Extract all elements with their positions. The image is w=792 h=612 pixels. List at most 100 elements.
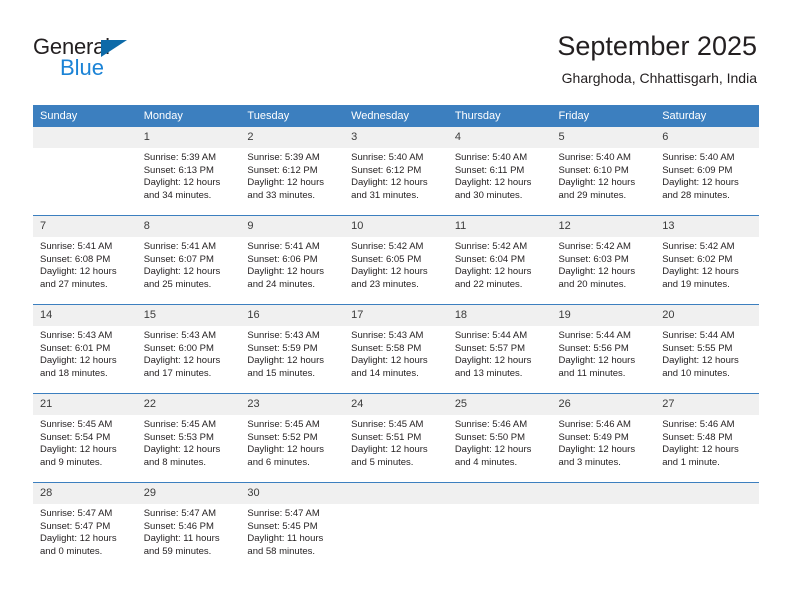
calendar-day-cell[interactable]: 3 Sunrise: 5:40 AM Sunset: 6:12 PM Daylight… — [344, 127, 448, 216]
day-number: 2 — [240, 127, 345, 148]
day-number: 9 — [240, 216, 345, 237]
day-sunset-line: Sunset: 6:00 PM — [143, 342, 214, 354]
day-daylight-line: Daylight: 12 hours — [247, 444, 324, 456]
calendar-day-cell[interactable]: 22 Sunrise: 5:45 AM Sunset: 5:53 PM Dayligh… — [136, 393, 241, 483]
calendar-day-cell[interactable]: 5 Sunrise: 5:40 AM Sunset: 6:10 PM Daylight… — [551, 127, 656, 216]
calendar-day-cell[interactable]: 27 Sunrise: 5:46 AM Sunset: 5:48 PM Dayligh… — [655, 393, 759, 483]
calendar-day-cell[interactable]: 26 Sunrise: 5:46 AM Sunset: 5:49 PM Dayligh… — [551, 393, 656, 483]
day-sunrise-line: Sunrise: 5:40 AM — [662, 152, 735, 163]
day-sunset-line: Sunset: 5:51 PM — [351, 431, 422, 443]
day-details: Sunrise: 5:45 AM Sunset: 5:51 PM Daylight:… — [344, 415, 448, 469]
day-number: 28 — [33, 483, 137, 504]
day-daylight-line: Daylight: 12 hours — [454, 355, 532, 367]
day-daylight-line: and 30 minutes. — [454, 189, 523, 201]
calendar-day-cell[interactable]: 2 Sunrise: 5:39 AM Sunset: 6:12 PM Daylight… — [240, 127, 345, 216]
calendar-day-cell[interactable]: 20 Sunrise: 5:44 AM Sunset: 5:55 PM Dayligh… — [655, 304, 759, 394]
calendar-day-cell[interactable]: 15 Sunrise: 5:43 AM Sunset: 6:00 PM Dayligh… — [136, 304, 241, 394]
day-sunrise-line: Sunrise: 5:42 AM — [351, 241, 424, 252]
day-sunrise-line: Sunrise: 5:47 AM — [247, 508, 320, 519]
calendar-day-cell[interactable]: 24 Sunrise: 5:45 AM Sunset: 5:51 PM Dayligh… — [344, 393, 448, 483]
day-number: 29 — [136, 483, 241, 504]
general-blue-logo[interactable]: General Blue — [33, 36, 213, 88]
day-number: 19 — [551, 305, 656, 326]
day-number — [344, 483, 448, 504]
calendar-day-cell[interactable]: 11 Sunrise: 5:42 AM Sunset: 6:04 PM Dayligh… — [447, 215, 552, 305]
calendar-day-cell[interactable]: 6 Sunrise: 5:40 AM Sunset: 6:09 PM Daylight… — [655, 127, 759, 216]
day-details: Sunrise: 5:40 AM Sunset: 6:11 PM Daylight:… — [448, 148, 552, 202]
calendar-empty-cell — [655, 482, 759, 571]
calendar-day-cell[interactable]: 10 Sunrise: 5:42 AM Sunset: 6:05 PM Dayligh… — [344, 215, 448, 305]
calendar-day-cell[interactable]: 23 Sunrise: 5:45 AM Sunset: 5:52 PM Dayligh… — [240, 393, 345, 483]
day-daylight-line: Daylight: 12 hours — [247, 177, 324, 189]
calendar-day-cell[interactable]: 4 Sunrise: 5:40 AM Sunset: 6:11 PM Daylight… — [447, 127, 552, 216]
calendar-day-cell[interactable]: 12 Sunrise: 5:42 AM Sunset: 6:03 PM Dayligh… — [551, 215, 656, 305]
day-sunset-line: Sunset: 6:07 PM — [143, 253, 214, 265]
day-daylight-line: and 13 minutes. — [454, 367, 523, 379]
day-sunset-line: Sunset: 5:53 PM — [143, 431, 214, 443]
calendar-day-cell[interactable]: 7 Sunrise: 5:41 AM Sunset: 6:08 PM Daylight… — [33, 215, 137, 305]
day-details: Sunrise: 5:44 AM Sunset: 5:56 PM Daylight:… — [552, 326, 656, 380]
day-daylight-line: and 15 minutes. — [247, 367, 316, 379]
day-daylight-line: Daylight: 12 hours — [662, 177, 739, 189]
calendar-day-cell[interactable]: 29 Sunrise: 5:47 AM Sunset: 5:46 PM Dayligh… — [136, 482, 241, 571]
calendar-day-cell[interactable]: 16 Sunrise: 5:43 AM Sunset: 5:59 PM Dayligh… — [240, 304, 345, 394]
calendar-day-cell[interactable]: 1 Sunrise: 5:39 AM Sunset: 6:13 PM Daylight… — [136, 127, 241, 216]
day-number: 4 — [447, 127, 552, 148]
day-sunrise-line: Sunrise: 5:44 AM — [558, 330, 631, 341]
calendar-week-row: 7 Sunrise: 5:41 AM Sunset: 6:08 PM Daylight… — [33, 215, 759, 305]
day-details: Sunrise: 5:41 AM Sunset: 6:07 PM Daylight:… — [137, 237, 241, 291]
calendar-day-cell[interactable]: 13 Sunrise: 5:42 AM Sunset: 6:02 PM Dayligh… — [655, 215, 759, 305]
day-sunset-line: Sunset: 6:01 PM — [40, 342, 111, 354]
day-details: Sunrise: 5:42 AM Sunset: 6:04 PM Daylight:… — [448, 237, 552, 291]
day-sunrise-line: Sunrise: 5:46 AM — [662, 419, 735, 430]
day-sunrise-line: Sunrise: 5:42 AM — [454, 241, 528, 252]
calendar-day-cell[interactable]: 14 Sunrise: 5:43 AM Sunset: 6:01 PM Dayligh… — [33, 304, 137, 394]
day-number: 15 — [136, 305, 241, 326]
day-sunrise-line: Sunrise: 5:45 AM — [40, 419, 113, 430]
day-number: 10 — [344, 216, 448, 237]
day-sunrise-line: Sunrise: 5:41 AM — [247, 241, 320, 252]
day-number: 14 — [33, 305, 137, 326]
calendar-day-cell[interactable]: 28 Sunrise: 5:47 AM Sunset: 5:47 PM Dayligh… — [33, 482, 137, 571]
calendar-day-cell[interactable]: 21 Sunrise: 5:45 AM Sunset: 5:54 PM Dayligh… — [33, 393, 137, 483]
day-number: 30 — [240, 483, 345, 504]
page-title: September 2025 — [557, 31, 757, 61]
calendar-day-cell[interactable]: 25 Sunrise: 5:46 AM Sunset: 5:50 PM Dayligh… — [447, 393, 552, 483]
day-daylight-line: and 29 minutes. — [558, 189, 627, 201]
day-sunrise-line: Sunrise: 5:45 AM — [351, 419, 424, 430]
day-number: 27 — [655, 394, 759, 415]
day-daylight-line: and 14 minutes. — [351, 367, 419, 379]
day-sunset-line: Sunset: 6:08 PM — [40, 253, 111, 265]
day-sunrise-line: Sunrise: 5:42 AM — [558, 241, 631, 252]
day-sunset-line: Sunset: 6:11 PM — [454, 164, 525, 176]
day-daylight-line: and 28 minutes. — [662, 189, 730, 201]
weekday-header-friday: Friday — [551, 105, 656, 127]
calendar-day-cell[interactable]: 18 Sunrise: 5:44 AM Sunset: 5:57 PM Dayligh… — [447, 304, 552, 394]
day-number: 16 — [240, 305, 345, 326]
day-daylight-line: Daylight: 12 hours — [247, 266, 324, 278]
day-daylight-line: and 9 minutes. — [40, 456, 103, 468]
day-details: Sunrise: 5:45 AM Sunset: 5:52 PM Daylight:… — [240, 415, 344, 469]
day-sunset-line: Sunset: 5:57 PM — [454, 342, 526, 354]
day-sunset-line: Sunset: 5:55 PM — [662, 342, 733, 354]
weekday-header-thursday: Thursday — [447, 105, 552, 127]
day-details: Sunrise: 5:47 AM Sunset: 5:46 PM Daylight:… — [137, 504, 241, 558]
day-daylight-line: and 25 minutes. — [143, 278, 212, 290]
day-sunrise-line: Sunrise: 5:45 AM — [247, 419, 320, 430]
day-sunrise-line: Sunrise: 5:44 AM — [662, 330, 735, 341]
day-daylight-line: and 33 minutes. — [247, 189, 316, 201]
calendar-empty-cell — [551, 482, 656, 571]
calendar-day-cell[interactable]: 19 Sunrise: 5:44 AM Sunset: 5:56 PM Dayligh… — [551, 304, 656, 394]
day-number — [655, 483, 759, 504]
day-daylight-line: and 23 minutes. — [351, 278, 419, 290]
day-sunset-line: Sunset: 5:59 PM — [247, 342, 318, 354]
day-number: 8 — [136, 216, 241, 237]
day-sunset-line: Sunset: 6:12 PM — [351, 164, 422, 176]
calendar-day-cell[interactable]: 9 Sunrise: 5:41 AM Sunset: 6:06 PM Daylight… — [240, 215, 345, 305]
calendar-empty-cell — [344, 482, 448, 571]
calendar-day-cell[interactable]: 30 Sunrise: 5:47 AM Sunset: 5:45 PM Dayligh… — [240, 482, 345, 571]
calendar-day-cell[interactable]: 17 Sunrise: 5:43 AM Sunset: 5:58 PM Dayligh… — [344, 304, 448, 394]
day-details: Sunrise: 5:40 AM Sunset: 6:12 PM Daylight:… — [344, 148, 448, 202]
calendar-day-cell[interactable]: 8 Sunrise: 5:41 AM Sunset: 6:07 PM Daylight… — [136, 215, 241, 305]
day-number: 23 — [240, 394, 345, 415]
